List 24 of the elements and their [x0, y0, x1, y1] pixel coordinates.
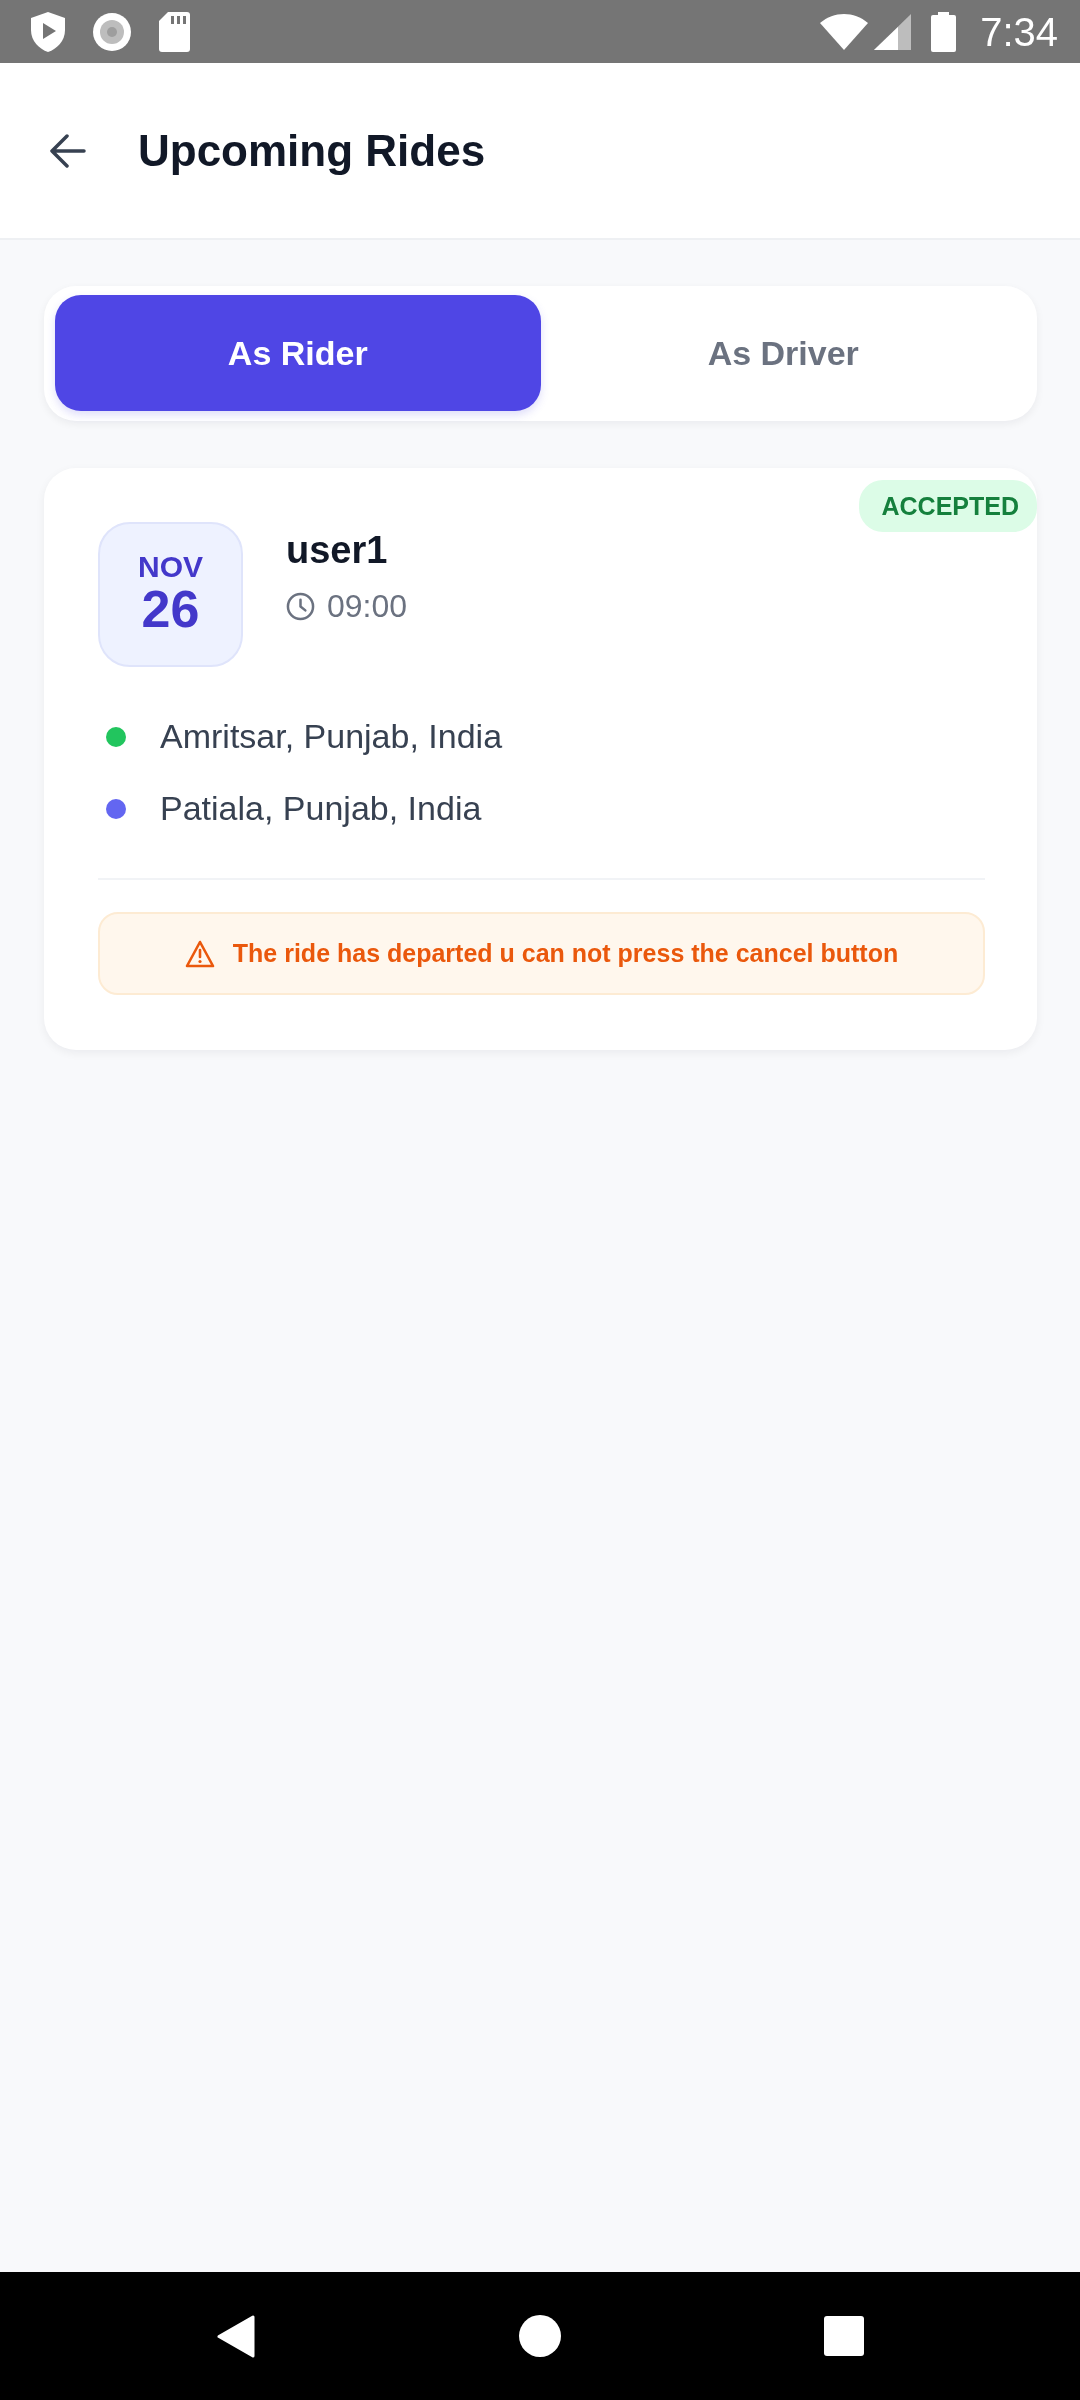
- role-tab[interactable]: As Driver: [540, 295, 1026, 411]
- date-day: 26: [141, 582, 200, 637]
- back-triangle-icon[interactable]: [217, 2314, 255, 2358]
- role-tab[interactable]: As Rider: [55, 295, 541, 411]
- ride-time: 09:00: [327, 587, 408, 625]
- back-arrow-icon: [50, 132, 86, 169]
- rider-name: user1: [286, 528, 389, 573]
- date-month: NOV: [138, 552, 203, 583]
- home-circle-icon[interactable]: [518, 2315, 561, 2357]
- clock-icon: [286, 591, 315, 621]
- ride-card[interactable]: ACCEPTED NOV 26 user1 09:00 Amritsar, Punjab, India Patiala, Punjab, India The ride has departed u can not press the cancel button: [44, 468, 1037, 1050]
- warning-icon: [184, 939, 215, 968]
- status-time: 7:34: [980, 11, 1058, 52]
- record-icon: [93, 12, 131, 51]
- battery-icon: [931, 11, 957, 52]
- wifi-icon: [820, 13, 869, 50]
- page-title: Upcoming Rides: [138, 125, 486, 176]
- status-badge: ACCEPTED: [859, 480, 1037, 532]
- sd-card-icon: [159, 11, 190, 52]
- stop-location: Amritsar, Punjab, India: [160, 717, 503, 756]
- stop-location: Patiala, Punjab, India: [160, 789, 482, 828]
- shield-play-icon: [31, 11, 65, 52]
- signal-icon: [874, 13, 912, 50]
- warning-text: The ride has departed u can not press the cancel button: [232, 939, 899, 968]
